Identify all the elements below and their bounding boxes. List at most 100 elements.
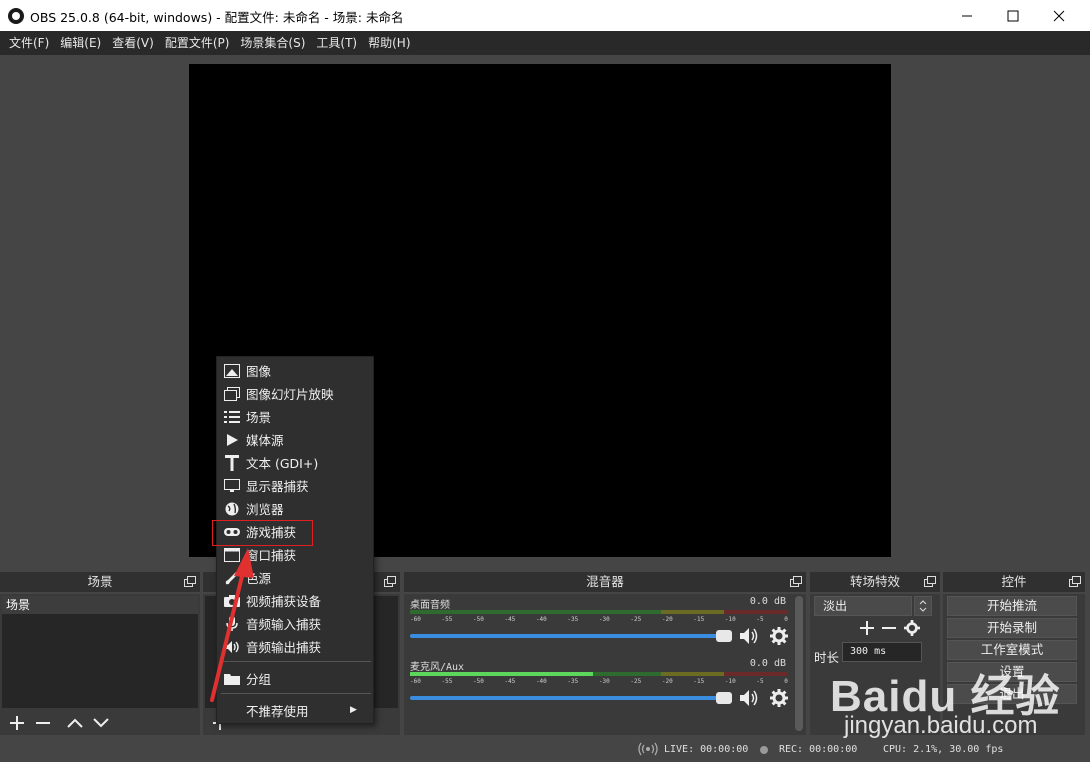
remove-scene-button[interactable] [32, 712, 54, 734]
add-scene-button[interactable] [6, 712, 28, 734]
close-button[interactable] [1036, 0, 1082, 31]
float-dock-icon[interactable] [184, 576, 196, 587]
menu-item-label: 场景 [246, 410, 272, 425]
transition-tools [860, 620, 920, 636]
menu-view[interactable]: 查看(V) [107, 31, 159, 55]
transitions-dock-title: 转场特效 [810, 572, 940, 592]
close-icon [1053, 10, 1065, 21]
submenu-arrow-icon: ▶ [350, 705, 357, 715]
meter-tick: -5 [756, 678, 764, 685]
menu-tools[interactable]: 工具(T) [311, 31, 362, 55]
minimize-button[interactable] [944, 0, 990, 31]
gear-icon[interactable] [770, 627, 788, 645]
volume-slider-handle[interactable] [716, 692, 732, 704]
meter-tick: 0 [784, 678, 788, 685]
chevron-down-icon [93, 717, 109, 727]
move-scene-down-button[interactable] [90, 712, 112, 734]
scenes-dock: 场景 场景 [0, 572, 200, 735]
menu-item-scene[interactable]: 场景 [218, 405, 373, 428]
menu-item-image[interactable]: 图像 [218, 359, 373, 382]
float-dock-icon[interactable] [924, 576, 936, 587]
meter-scale: -60 -55 -50 -45 -40 -35 -30 -25 -20 -15 -10 -5 0 [410, 678, 788, 688]
float-dock-icon[interactable] [1069, 576, 1081, 587]
track-db: 0.0 dB [749, 658, 786, 669]
gear-icon[interactable] [904, 620, 920, 636]
start-recording-button[interactable]: 开始录制 [947, 618, 1077, 638]
meter-tick: -55 [441, 678, 453, 685]
volume-slider-handle[interactable] [716, 630, 732, 642]
mixer-scrollbar[interactable] [795, 596, 803, 731]
menu-file[interactable]: 文件(F) [4, 31, 54, 55]
scene-list[interactable]: 场景 [2, 596, 198, 708]
broadcast-icon [638, 742, 658, 756]
plus-icon [10, 715, 24, 730]
menu-item-display-capture[interactable]: 显示器捕获 [218, 474, 373, 497]
speaker-volume-icon[interactable] [738, 626, 760, 646]
meter-tick: -45 [504, 616, 516, 623]
menu-item-browser[interactable]: 浏览器 [218, 497, 373, 520]
menu-item-image-slideshow[interactable]: 图像幻灯片放映 [218, 382, 373, 405]
meter-scale: -60 -55 -50 -45 -40 -35 -30 -25 -20 -15 -10 -5 0 [410, 616, 788, 626]
transition-select[interactable]: 淡出 [814, 596, 912, 616]
scene-toolbar [0, 710, 200, 735]
track-name: 桌面音频 [410, 600, 450, 611]
live-timer: LIVE: 00:00:00 [664, 744, 749, 755]
move-scene-up-button[interactable] [64, 712, 86, 734]
minus-icon[interactable] [882, 621, 896, 635]
meter-tick: -35 [567, 678, 579, 685]
mixer-track-desktop-audio: 桌面音频 0.0 dB -60 -55 -50 -45 -40 -35 -30 -25 -20-… [408, 596, 790, 656]
audio-meter [410, 610, 788, 614]
minimize-icon [962, 15, 972, 16]
meter-tick: -50 [472, 616, 484, 623]
meter-tick: -15 [693, 678, 705, 685]
meter-tick: -20 [661, 678, 673, 685]
menu-item-label: 文本 (GDI+) [246, 456, 319, 471]
audio-meter [410, 672, 788, 676]
menu-help[interactable]: 帮助(H) [363, 31, 415, 55]
volume-slider[interactable] [410, 692, 732, 704]
meter-tick: -30 [598, 616, 610, 623]
transition-select-arrows[interactable] [914, 596, 932, 616]
scene-list-icon [218, 405, 246, 428]
annotation-arrow-icon [210, 548, 254, 702]
chevron-up-icon [67, 718, 83, 728]
window-title: OBS 25.0.8 (64-bit, windows) - 配置文件: 未命名… [30, 10, 404, 25]
meter-tick: -40 [535, 678, 547, 685]
globe-icon [218, 497, 246, 520]
meter-tick: -60 [410, 678, 421, 685]
menu-item-label: 图像幻灯片放映 [246, 387, 334, 402]
maximize-button[interactable] [990, 0, 1036, 31]
duration-input[interactable]: 300 ms [842, 642, 922, 662]
menu-item-media-source[interactable]: 媒体源 [218, 428, 373, 451]
baidu-jingyan-watermark: Baidu 经验 jingyan.baidu.com [830, 660, 1080, 760]
menu-profile[interactable]: 配置文件(P) [160, 31, 235, 55]
main-area: 场景 场景 来源 混音器 桌面音频 0.0 dB - [0, 55, 1090, 762]
image-icon [218, 359, 246, 382]
menu-item-label: 图像 [246, 364, 272, 379]
scene-list-item[interactable]: 场景 [2, 596, 198, 614]
volume-slider[interactable] [410, 630, 732, 642]
menu-item-label: 媒体源 [246, 433, 284, 448]
meter-tick: -35 [567, 616, 579, 623]
meter-tick: -5 [756, 616, 764, 623]
controls-dock-title: 控件 [943, 572, 1085, 592]
gear-icon[interactable] [770, 689, 788, 707]
meter-tick: -15 [693, 616, 705, 623]
text-icon [218, 451, 246, 474]
menu-item-label: 浏览器 [246, 502, 284, 517]
menu-item-text-gdi[interactable]: 文本 (GDI+) [218, 451, 373, 474]
plus-icon[interactable] [860, 621, 874, 635]
menu-edit[interactable]: 编辑(E) [55, 31, 106, 55]
meter-tick: -50 [472, 678, 484, 685]
float-dock-icon[interactable] [790, 576, 802, 587]
mixer-dock: 混音器 桌面音频 0.0 dB -60 -55 -50 -45 -40 -35 -30 -25… [404, 572, 806, 735]
meter-tick: -55 [441, 616, 453, 623]
mixer-dock-title: 混音器 [404, 572, 806, 592]
float-dock-icon[interactable] [384, 576, 396, 587]
start-streaming-button[interactable]: 开始推流 [947, 596, 1077, 616]
meter-tick: -10 [724, 678, 736, 685]
minus-icon [36, 721, 50, 724]
studio-mode-button[interactable]: 工作室模式 [947, 640, 1077, 660]
speaker-volume-icon[interactable] [738, 688, 760, 708]
menu-scene-collection[interactable]: 场景集合(S) [235, 31, 310, 55]
